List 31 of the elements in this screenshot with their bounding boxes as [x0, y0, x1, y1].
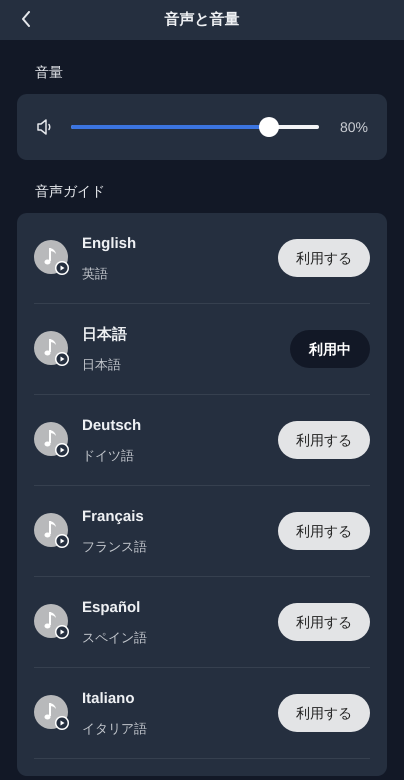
language-subtitle: 英語 — [82, 265, 108, 283]
use-button[interactable]: 利用する — [278, 603, 370, 641]
language-subtitle: イタリア語 — [82, 720, 147, 738]
language-name: Deutsch — [82, 416, 142, 436]
use-button[interactable]: 利用する — [278, 694, 370, 732]
section-label: 音声ガイド — [35, 182, 105, 201]
music-note-icon — [34, 513, 70, 549]
use-button[interactable]: 利用する — [278, 239, 370, 277]
music-note-icon — [34, 695, 70, 731]
music-note-icon — [34, 331, 70, 367]
volume-slider[interactable] — [71, 117, 319, 137]
language-name: English — [82, 234, 136, 254]
music-note-icon — [34, 240, 70, 276]
language-subtitle: 日本語 — [82, 356, 121, 374]
language-subtitle: スペイン語 — [82, 629, 147, 647]
section-label: 音量 — [35, 63, 63, 82]
in-use-button[interactable]: 利用中 — [290, 330, 370, 368]
page-title: 音声と音量 — [164, 10, 240, 30]
language-subtitle: ドイツ語 — [82, 447, 134, 465]
music-note-icon — [34, 604, 70, 640]
language-name: Español — [82, 598, 140, 618]
volume-reading: 80% — [340, 118, 368, 136]
slider-thumb[interactable] — [259, 117, 280, 137]
music-note-icon — [34, 422, 70, 458]
language-name: 日本語 — [82, 324, 127, 344]
language-name: Français — [82, 506, 144, 526]
language-name: Italiano — [82, 688, 135, 708]
language-subtitle: フランス語 — [82, 538, 147, 556]
use-button[interactable]: 利用する — [278, 421, 370, 459]
use-button[interactable]: 利用する — [278, 512, 370, 550]
back-icon — [21, 11, 31, 27]
